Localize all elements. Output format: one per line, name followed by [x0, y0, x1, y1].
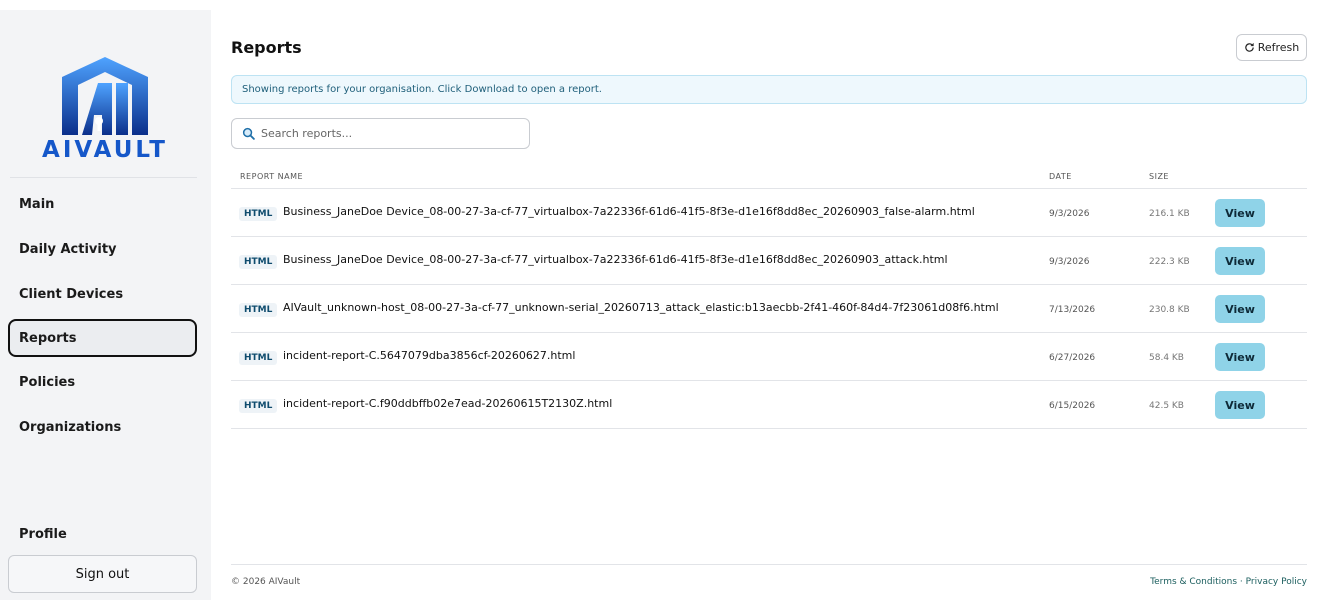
- table-row: HTML AIVault_unknown-host_08-00-27-3a-cf…: [231, 285, 1307, 333]
- table-row: HTML Business_JaneDoe Device_08-00-27-3a…: [231, 237, 1307, 285]
- sidebar-item-daily-activity[interactable]: Daily Activity: [8, 230, 197, 268]
- table-row: HTML incident-report-C.f90ddbffb02e7ead-…: [231, 381, 1307, 429]
- search-input[interactable]: [261, 127, 501, 140]
- file-type-badge: HTML: [239, 255, 278, 269]
- sidebar-item-organizations[interactable]: Organizations: [8, 408, 197, 446]
- profile-link[interactable]: Profile: [19, 527, 67, 542]
- sidebar-item-label: Policies: [19, 374, 76, 390]
- report-name: AIVault_unknown-host_08-00-27-3a-cf-77_u…: [283, 301, 999, 314]
- report-date: 6/15/2026: [1049, 401, 1096, 411]
- table-row: HTML Business_JaneDoe Device_08-00-27-3a…: [231, 189, 1307, 237]
- file-type-badge: HTML: [239, 399, 278, 413]
- info-banner: Showing reports for your organisation. C…: [231, 75, 1307, 104]
- refresh-icon: [1245, 42, 1254, 52]
- sidebar-item-client-devices[interactable]: Client Devices: [8, 275, 197, 313]
- sidebar-item-reports[interactable]: Reports: [8, 319, 197, 357]
- brand-logo: AIVAULT: [20, 55, 190, 167]
- page-title: Reports: [231, 38, 302, 57]
- report-name: Business_JaneDoe Device_08-00-27-3a-cf-7…: [283, 205, 975, 218]
- sign-out-button[interactable]: Sign out: [8, 555, 197, 593]
- report-name: Business_JaneDoe Device_08-00-27-3a-cf-7…: [283, 253, 948, 266]
- brand-wordmark: AIVAULT: [42, 137, 168, 163]
- info-banner-text: Showing reports for your organisation. C…: [242, 84, 602, 95]
- view-button[interactable]: View: [1215, 199, 1265, 227]
- view-button[interactable]: View: [1215, 391, 1265, 419]
- column-header-name: REPORT NAME: [240, 172, 304, 181]
- report-size: 216.1 KB: [1149, 209, 1190, 219]
- table-header: REPORT NAME DATE SIZE: [231, 165, 1307, 189]
- report-size: 222.3 KB: [1149, 257, 1190, 267]
- sidebar-item-main[interactable]: Main: [8, 185, 197, 223]
- main-content: Reports Refresh Showing reports for your…: [231, 0, 1307, 600]
- copyright-text: © 2026 AIVault: [231, 577, 301, 587]
- privacy-link[interactable]: Privacy Policy: [1246, 577, 1307, 587]
- report-name: incident-report-C.5647079dba3856cf-20260…: [283, 349, 576, 362]
- footer-divider: [231, 564, 1307, 565]
- refresh-button[interactable]: Refresh: [1236, 34, 1307, 61]
- view-button[interactable]: View: [1215, 247, 1265, 275]
- report-size: 42.5 KB: [1149, 401, 1184, 411]
- view-button[interactable]: View: [1215, 295, 1265, 323]
- report-date: 9/3/2026: [1049, 257, 1090, 267]
- sidebar-item-label: Reports: [19, 330, 77, 346]
- reports-table: REPORT NAME DATE SIZE HTML Business_Jane…: [231, 165, 1307, 429]
- file-type-badge: HTML: [239, 351, 278, 365]
- sidebar-item-label: Client Devices: [19, 286, 124, 302]
- sidebar-item-label: Daily Activity: [19, 241, 117, 257]
- terms-link[interactable]: Terms & Conditions: [1150, 577, 1237, 587]
- footer-separator: ·: [1239, 577, 1243, 587]
- report-date: 6/27/2026: [1049, 353, 1096, 363]
- report-size: 230.8 KB: [1149, 305, 1190, 315]
- sidebar: AIVAULT Main Daily Activity Client Devic…: [0, 10, 211, 600]
- table-row: HTML incident-report-C.5647079dba3856cf-…: [231, 333, 1307, 381]
- report-date: 7/13/2026: [1049, 305, 1096, 315]
- sidebar-item-label: Organizations: [19, 419, 122, 435]
- view-button[interactable]: View: [1215, 343, 1265, 371]
- column-header-size: SIZE: [1149, 172, 1169, 181]
- file-type-badge: HTML: [239, 207, 278, 221]
- search-box[interactable]: [231, 118, 530, 149]
- file-type-badge: HTML: [239, 303, 278, 317]
- footer-links: Terms & Conditions · Privacy Policy: [1150, 577, 1307, 587]
- sidebar-item-label: Main: [19, 196, 55, 212]
- column-header-date: DATE: [1049, 172, 1072, 181]
- sidebar-item-policies[interactable]: Policies: [8, 363, 197, 401]
- sidebar-divider: [10, 177, 197, 178]
- report-name: incident-report-C.f90ddbffb02e7ead-20260…: [283, 397, 613, 410]
- refresh-label: Refresh: [1257, 41, 1300, 54]
- report-date: 9/3/2026: [1049, 209, 1090, 219]
- report-size: 58.4 KB: [1149, 353, 1184, 363]
- search-icon: [242, 127, 255, 140]
